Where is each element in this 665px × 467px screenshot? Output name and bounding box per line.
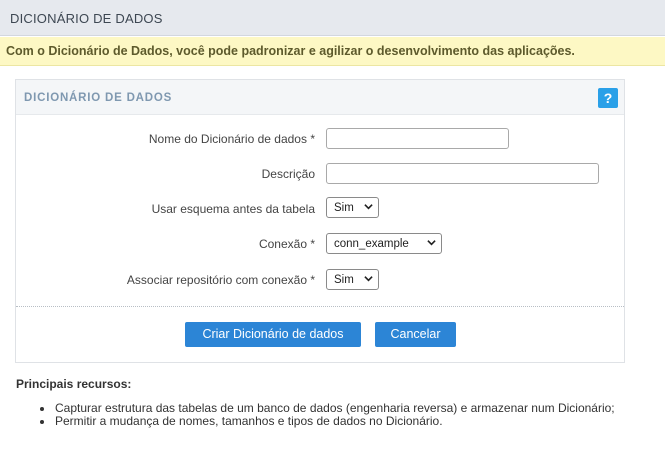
description-input[interactable]: [326, 163, 599, 184]
bullet-icon: [40, 420, 44, 424]
form-divider: [16, 306, 624, 307]
schema-label: Usar esquema antes da tabela: [151, 202, 315, 216]
cancel-button[interactable]: Cancelar: [375, 322, 456, 347]
repository-select[interactable]: Sim: [326, 269, 379, 290]
connection-label: Conexão *: [258, 237, 315, 251]
form-panel: DICIONÁRIO DE DADOS ? Nome do Dicionário…: [15, 79, 625, 363]
panel-header: DICIONÁRIO DE DADOS ?: [16, 80, 624, 115]
bullet-icon: [40, 407, 44, 411]
features-title: Principais recursos:: [16, 377, 132, 391]
create-dictionary-button[interactable]: Criar Dicionário de dados: [185, 322, 361, 347]
panel-title: DICIONÁRIO DE DADOS: [24, 92, 173, 104]
feature-text: Capturar estrutura das tabelas de um ban…: [55, 401, 615, 415]
feature-text: Permitir a mudança de nomes, tamanhos e …: [55, 414, 443, 428]
info-banner-text: Com o Dicionário de Dados, você pode pad…: [6, 44, 575, 58]
connection-select[interactable]: conn_example: [326, 233, 442, 254]
list-item: Permitir a mudança de nomes, tamanhos e …: [40, 415, 615, 428]
repository-label: Associar repositório com conexão *: [126, 273, 315, 287]
connection-select-value: conn_example: [334, 238, 409, 250]
schema-select-value: Sim: [334, 202, 354, 214]
repository-select-value: Sim: [334, 274, 354, 286]
description-label: Descrição: [261, 167, 315, 181]
page-header: DICIONÁRIO DE DADOS: [0, 0, 665, 36]
info-banner: Com o Dicionário de Dados, você pode pad…: [0, 37, 665, 66]
help-icon[interactable]: ?: [598, 88, 618, 108]
chevron-down-icon: [427, 240, 436, 246]
page-title: DICIONÁRIO DE DADOS: [10, 11, 163, 26]
features-list: Capturar estrutura das tabelas de um ban…: [40, 402, 615, 428]
name-label: Nome do Dicionário de dados *: [148, 132, 315, 146]
chevron-down-icon: [364, 204, 373, 210]
schema-select[interactable]: Sim: [326, 197, 379, 218]
chevron-down-icon: [364, 276, 373, 282]
name-input[interactable]: [326, 128, 509, 149]
